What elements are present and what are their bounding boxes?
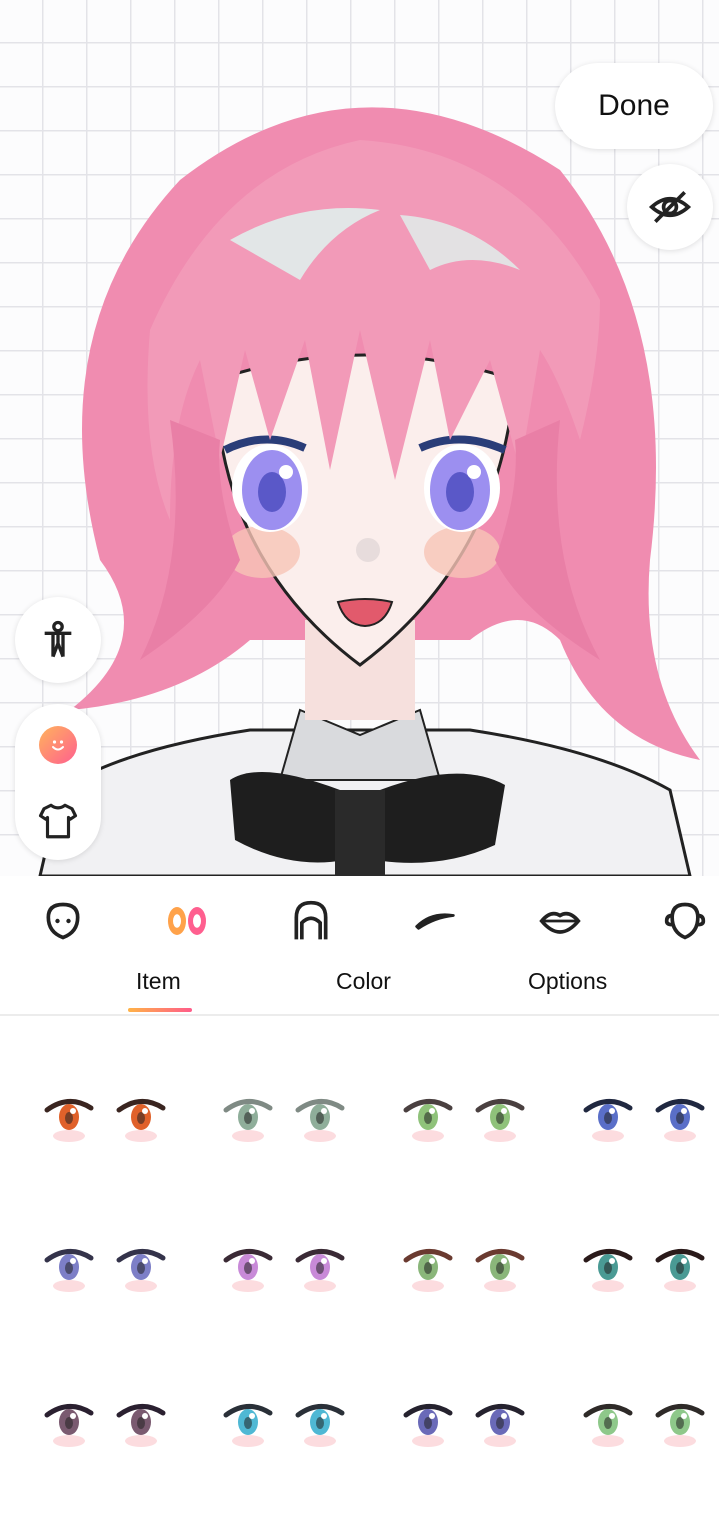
eye-item[interactable] [375, 1206, 555, 1360]
person-pose-icon [44, 620, 72, 658]
eye-item[interactable] [16, 1206, 196, 1360]
eye-preview [403, 1099, 525, 1142]
eye-item[interactable] [195, 1361, 375, 1515]
eye-item[interactable] [16, 1361, 196, 1515]
eye-slash-icon [648, 191, 692, 223]
eye-item[interactable] [555, 1361, 719, 1515]
eye-preview [44, 1099, 166, 1142]
eye-preview [403, 1404, 525, 1447]
clothing-mode-button[interactable] [37, 800, 79, 842]
eye-preview [44, 1404, 166, 1447]
eye-item[interactable] [16, 1056, 196, 1210]
tab-selected-indicator [128, 1008, 192, 1012]
eye-preview [403, 1249, 525, 1292]
category-ears[interactable] [660, 896, 710, 946]
done-button[interactable]: Done [555, 63, 713, 149]
eye-item[interactable] [375, 1361, 555, 1515]
eye-items-grid [0, 1016, 719, 1500]
tab-bar: Item Color Options [0, 958, 719, 1016]
tab-color[interactable]: Color [336, 968, 391, 995]
ears-icon [664, 902, 706, 940]
eye-preview [223, 1099, 345, 1142]
mode-switcher [15, 704, 101, 860]
hide-ui-button[interactable] [627, 164, 713, 250]
eyebrow-icon [415, 913, 455, 930]
eye-item[interactable] [555, 1056, 719, 1210]
hair-icon [294, 900, 328, 940]
eye-preview [223, 1404, 345, 1447]
eye-preview [583, 1099, 705, 1142]
eye-preview [583, 1404, 705, 1447]
lips-icon [539, 911, 581, 934]
eye-item[interactable] [195, 1056, 375, 1210]
category-eyes[interactable] [162, 896, 212, 946]
face-shape-icon [46, 902, 80, 940]
eye-item[interactable] [555, 1206, 719, 1360]
face-mode-button[interactable] [39, 726, 77, 764]
eye-item[interactable] [375, 1056, 555, 1210]
eye-preview [44, 1249, 166, 1292]
pose-button[interactable] [15, 597, 101, 683]
tab-options[interactable]: Options [528, 968, 607, 995]
category-lips[interactable] [535, 896, 585, 946]
collar [278, 708, 442, 781]
category-face-shape[interactable] [38, 896, 88, 946]
eyes-icon [168, 907, 206, 935]
smiley-face-icon [52, 740, 64, 751]
category-eyebrow[interactable] [410, 896, 460, 946]
tab-item[interactable]: Item [136, 968, 181, 995]
avatar-canvas: Done [0, 0, 719, 876]
category-bar [0, 876, 719, 966]
shirt-icon [38, 803, 78, 839]
category-hair[interactable] [286, 896, 336, 946]
eye-preview [223, 1249, 345, 1292]
eye-item[interactable] [195, 1206, 375, 1360]
eye-preview [583, 1249, 705, 1292]
